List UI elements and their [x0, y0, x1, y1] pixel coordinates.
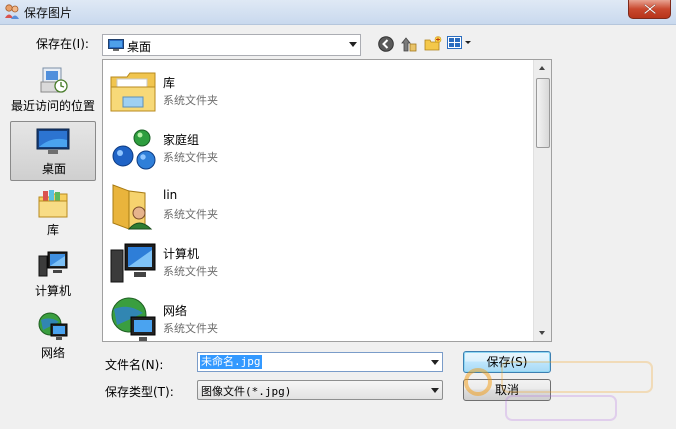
file-name: 家庭组 — [163, 133, 200, 147]
computer-icon — [109, 238, 159, 288]
place-network[interactable]: 网络 — [10, 308, 96, 360]
filename-label: 文件名(N): — [105, 358, 164, 372]
file-type: 系统文件夹 — [163, 208, 218, 221]
recent-places-icon — [37, 64, 69, 99]
scroll-up-icon[interactable] — [539, 66, 545, 70]
save-in-value: 桌面 — [127, 40, 152, 54]
file-name: 库 — [163, 76, 176, 90]
network-icon — [109, 295, 159, 341]
save-in-dropdown[interactable]: 桌面 — [102, 34, 361, 56]
desktop-icon — [36, 128, 70, 159]
file-name: 网络 — [163, 304, 188, 318]
place-recent-locations[interactable]: 最近访问的位置 — [10, 60, 96, 116]
chevron-down-icon — [349, 42, 357, 47]
place-label: 计算机 — [34, 284, 71, 298]
desktop-icon — [108, 39, 124, 54]
list-item[interactable]: lin 系统文件夹 — [107, 178, 527, 234]
save-in-label: 保存在(I): — [36, 37, 89, 51]
network-icon — [37, 310, 69, 345]
place-label: 桌面 — [41, 162, 66, 176]
place-desktop[interactable]: 桌面 — [10, 121, 96, 181]
file-name: 计算机 — [163, 247, 200, 261]
cancel-button[interactable]: 取消 — [463, 379, 551, 401]
list-item[interactable]: 库 系统文件夹 — [107, 64, 527, 120]
filename-input[interactable]: 未命名.jpg — [197, 352, 443, 372]
vertical-scrollbar[interactable] — [533, 60, 551, 341]
file-type: 系统文件夹 — [163, 151, 218, 164]
computer-icon — [37, 250, 69, 283]
libraries-folder-icon — [109, 67, 159, 117]
scrollbar-thumb[interactable] — [536, 78, 550, 148]
file-list[interactable]: 库 系统文件夹 家庭组 系统文件夹 lin 系统文件夹 计算机 系统文件夹 网络… — [102, 59, 552, 342]
place-computer[interactable]: 计算机 — [10, 248, 96, 298]
new-folder-icon[interactable] — [424, 36, 442, 55]
place-label: 最近访问的位置 — [10, 99, 95, 113]
close-button[interactable] — [628, 0, 671, 19]
filename-value: 未命名.jpg — [200, 355, 262, 369]
libraries-icon — [37, 189, 69, 222]
list-item[interactable]: 网络 系统文件夹 — [107, 292, 527, 341]
file-type: 系统文件夹 — [163, 94, 218, 107]
back-icon[interactable] — [378, 36, 394, 55]
place-label: 库 — [46, 223, 59, 237]
chevron-down-icon[interactable] — [431, 360, 439, 365]
up-folder-icon[interactable] — [401, 36, 417, 55]
file-name: lin — [163, 188, 178, 202]
chevron-down-icon — [431, 388, 439, 393]
people-icon — [4, 3, 20, 20]
file-type: 系统文件夹 — [163, 265, 218, 278]
title-bar: 保存图片 — [0, 0, 676, 25]
filetype-value: 图像文件(*.jpg) — [201, 385, 292, 398]
filetype-label: 保存类型(T): — [105, 385, 174, 399]
view-menu-icon[interactable] — [447, 36, 473, 53]
save-button[interactable]: 保存(S) — [463, 351, 551, 373]
list-item[interactable]: 家庭组 系统文件夹 — [107, 121, 527, 177]
close-icon — [644, 4, 656, 14]
window-title: 保存图片 — [24, 6, 73, 20]
place-libraries[interactable]: 库 — [10, 187, 96, 237]
scroll-down-icon[interactable] — [539, 331, 545, 335]
filetype-select[interactable]: 图像文件(*.jpg) — [197, 380, 443, 400]
homegroup-icon — [109, 124, 159, 174]
place-label: 网络 — [40, 346, 65, 360]
list-item[interactable]: 计算机 系统文件夹 — [107, 235, 527, 291]
user-folder-icon — [109, 181, 159, 231]
file-type: 系统文件夹 — [163, 322, 218, 335]
